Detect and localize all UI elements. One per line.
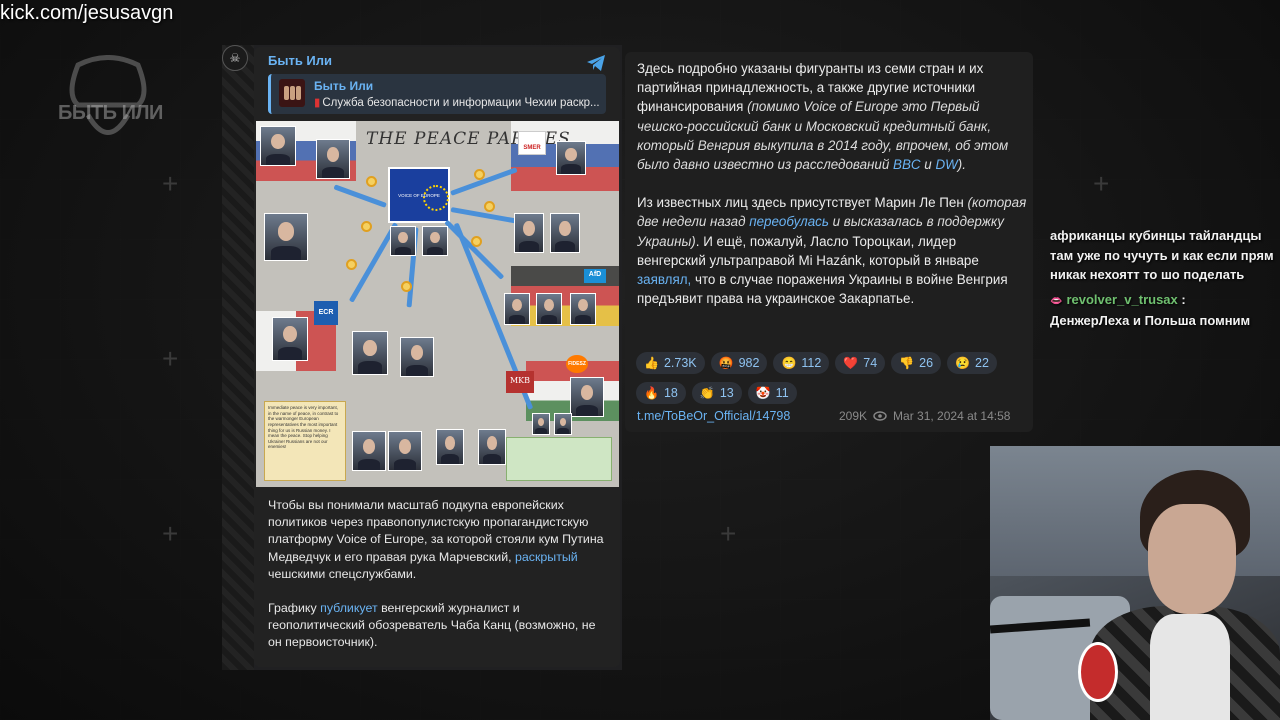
- reaction-thumbs-down[interactable]: 👎 26: [891, 352, 942, 374]
- reactions-bar: 👍 2.73K 🤬 982 😁 112 ❤️ 74 👎 26 😢 22 🔥 18 👏 13 🤡 1…: [636, 352, 1016, 404]
- reaction-cry[interactable]: 😢 22: [947, 352, 997, 374]
- flag-icon: ▮: [314, 97, 321, 109]
- green-note: [506, 437, 612, 481]
- crosshair-decoration: +: [162, 168, 179, 199]
- post-link-publishes[interactable]: публикует: [320, 601, 378, 615]
- fire-icon: 🔥: [644, 386, 659, 400]
- channel-logo-text: БЫТЬ ИЛИ: [58, 102, 163, 124]
- views-count: 209K: [839, 409, 868, 423]
- quote-note: Immediate peace is very important, in th…: [264, 401, 346, 481]
- lips-badge-icon: 👄: [1050, 295, 1063, 307]
- reply-text: ▮ Служба безопасности и информации Чехии …: [314, 97, 600, 109]
- thumbs-down-icon: 👎: [899, 356, 915, 370]
- clown-icon: 🤡: [755, 386, 771, 400]
- reaction-grin[interactable]: 😁 112: [773, 352, 830, 374]
- chat-message-text: ДенжерЛеха и Польша помним: [1050, 313, 1251, 329]
- channel-avatar[interactable]: ☠: [222, 45, 248, 71]
- post-continuation-text: Здесь подробно указаны фигуранты из семи…: [637, 61, 1027, 307]
- crosshair-decoration: +: [162, 518, 179, 549]
- link-dw[interactable]: DW: [935, 157, 957, 172]
- link-changed-position[interactable]: переобулась: [749, 214, 829, 229]
- infographic-image[interactable]: THE PEACE PARTIES VOICE OF EUROPE SMER A…: [256, 121, 619, 487]
- smer-logo: SMER: [518, 131, 546, 155]
- webcam-feed: [990, 446, 1280, 720]
- stream-url: kick.com/jesusavgn: [0, 2, 174, 24]
- crosshair-decoration: +: [720, 518, 737, 549]
- heart-icon: ❤️: [843, 356, 859, 370]
- reaction-clown[interactable]: 🤡 11: [747, 382, 797, 404]
- chat-message: 👄 revolver_v_trusax : ДенжерЛеха и Польша…: [1050, 291, 1251, 329]
- post-permalink[interactable]: t.me/ToBeOr_Official/14798: [637, 409, 790, 423]
- ecr-logo: ECR: [314, 301, 338, 325]
- reaction-heart[interactable]: ❤️ 74: [835, 352, 886, 374]
- link-bbc[interactable]: BBC: [893, 157, 921, 172]
- clap-icon: 👏: [699, 386, 715, 400]
- post-channel-name[interactable]: Быть Или: [268, 53, 332, 68]
- link-stated[interactable]: заявлял,: [637, 272, 691, 287]
- telegram-icon[interactable]: [586, 54, 606, 72]
- voice-of-europe-logo: VOICE OF EUROPE: [388, 167, 450, 223]
- crosshair-decoration: +: [162, 343, 179, 374]
- reaction-thumbs-up[interactable]: 👍 2.73K: [636, 352, 705, 374]
- reaction-angry[interactable]: 🤬 982: [710, 352, 768, 374]
- stream-chat: африканцы кубинцы тайландцы там уже по ч…: [1050, 226, 1280, 336]
- thumbs-up-icon: 👍: [644, 356, 659, 370]
- crosshair-decoration: +: [1093, 168, 1110, 199]
- post-body-text: Чтобы вы понимали масштаб подкупа европе…: [268, 498, 604, 650]
- post-link-exposed[interactable]: раскрытый: [515, 550, 578, 564]
- chat-username[interactable]: revolver_v_trusax: [1066, 292, 1177, 307]
- fidesz-logo: FIDESZ: [566, 355, 588, 373]
- chat-message: африканцы кубинцы тайландцы там уже по ч…: [1050, 228, 1274, 283]
- grin-face-icon: 😁: [781, 356, 797, 370]
- post-meta: 209K Mar 31, 2024 at 14:58: [839, 409, 1010, 423]
- reaction-clap[interactable]: 👏 13: [691, 382, 742, 404]
- eye-icon: [873, 411, 887, 421]
- reply-title: Быть Или: [314, 79, 374, 93]
- crying-face-icon: 😢: [955, 356, 970, 370]
- mkb-logo: MKB: [506, 371, 534, 393]
- reply-thumbnail: [279, 79, 305, 107]
- angry-face-icon: 🤬: [718, 356, 734, 370]
- post-date: Mar 31, 2024 at 14:58: [893, 409, 1011, 423]
- microphone-icon: [1078, 642, 1118, 702]
- reaction-fire[interactable]: 🔥 18: [636, 382, 686, 404]
- afd-logo: AfD: [584, 269, 606, 283]
